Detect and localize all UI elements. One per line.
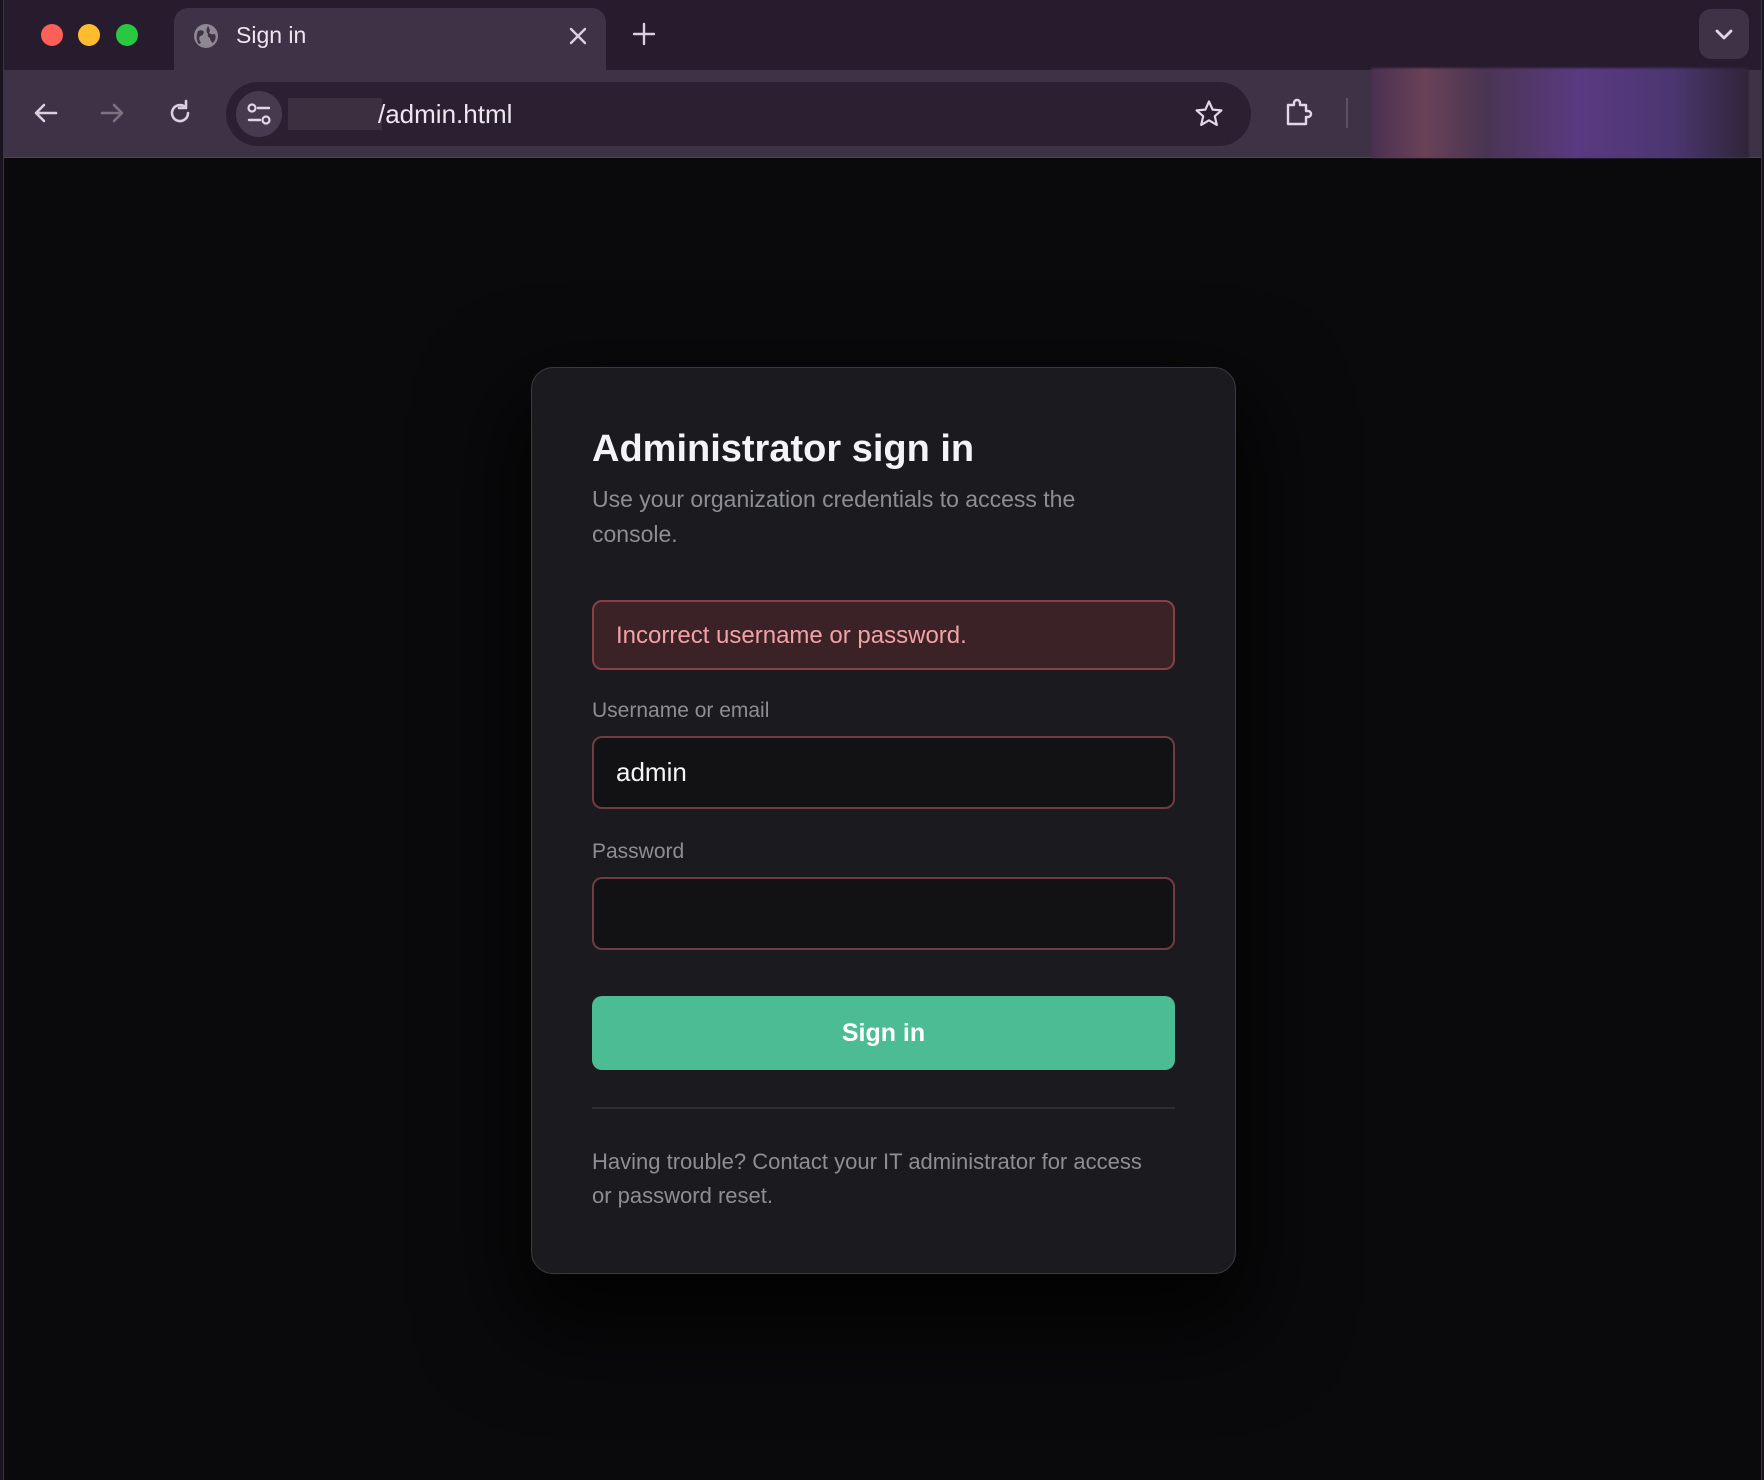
password-label: Password [592,840,685,863]
page-title: Administrator sign in [592,428,975,470]
extensions-puzzle-icon[interactable] [1282,95,1316,129]
sign-in-button[interactable]: Sign in [592,996,1175,1070]
globe-icon [194,24,218,48]
close-tab-icon[interactable] [566,24,590,48]
address-bar[interactable]: /admin.html [226,82,1251,146]
username-input[interactable] [592,736,1175,809]
page-content: Administrator sign in Use your organizat… [4,159,1761,1480]
error-message: Incorrect username or password. [616,622,967,649]
username-label: Username or email [592,699,770,722]
chevron-down-icon [1715,29,1733,40]
tab-strip: Sign in [4,0,1761,70]
toolbar-separator [1346,98,1348,128]
help-text: Having trouble? Contact your IT administ… [592,1149,1142,1208]
password-input[interactable] [592,877,1175,950]
page-subtitle: Use your organization credentials to acc… [592,486,1076,547]
browser-window: Sign in /admin.html Administrator sign i… [3,0,1762,1480]
tab-title: Sign in [236,22,307,48]
tab-sign-in[interactable]: Sign in [174,8,606,70]
tune-icon [247,103,271,125]
redacted-host [288,98,382,130]
divider [592,1107,1175,1109]
profile-area-redacted[interactable] [1371,68,1749,158]
url-text: /admin.html [378,99,513,129]
minimize-window-button[interactable] [78,24,100,46]
login-card: Administrator sign in Use your organizat… [531,367,1236,1274]
tab-search-button[interactable] [1699,9,1749,59]
reload-icon[interactable] [164,97,196,129]
bookmark-star-icon[interactable] [1193,98,1225,130]
browser-toolbar: /admin.html [4,68,1761,158]
close-window-button[interactable] [41,24,63,46]
forward-icon[interactable] [96,97,128,129]
maximize-window-button[interactable] [116,24,138,46]
site-info-button[interactable] [236,91,282,137]
new-tab-icon[interactable] [630,20,658,48]
back-icon[interactable] [30,97,62,129]
error-alert: Incorrect username or password. [592,600,1175,670]
